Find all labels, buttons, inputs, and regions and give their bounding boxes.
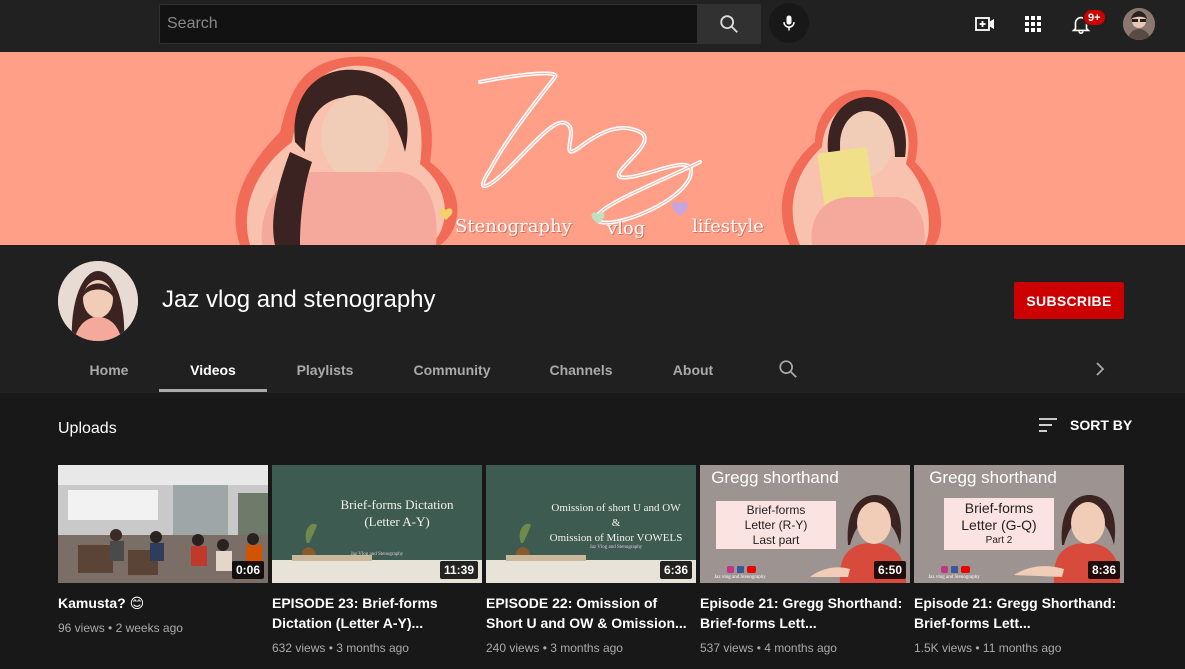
- video-views: 1.5K views: [914, 641, 973, 655]
- video-card[interactable]: Gregg shorthand Brief-forms Letter (G-Q)…: [914, 465, 1124, 655]
- video-title[interactable]: EPISODE 23: Brief-forms Dictation (Lette…: [272, 593, 482, 633]
- thumb-line: (Letter A-Y): [364, 514, 430, 529]
- video-card[interactable]: Omission of short U and OW & Omission of…: [486, 465, 696, 655]
- video-views: 632 views: [272, 641, 326, 655]
- thumb-caption: Jaz Vlog and Stenography: [350, 552, 404, 557]
- thumb-line: Last part: [752, 533, 800, 547]
- chevron-right-icon: [1096, 362, 1105, 376]
- instagram-icon: [941, 566, 948, 573]
- tab-home[interactable]: Home: [76, 349, 142, 391]
- notification-count-badge: 9+: [1083, 9, 1106, 26]
- subscribe-button[interactable]: SUBSCRIBE: [1014, 282, 1124, 319]
- video-thumbnail[interactable]: 0:06: [58, 465, 268, 583]
- facebook-icon: [737, 566, 744, 573]
- video-duration: 0:06: [231, 561, 264, 579]
- masthead: 9+: [0, 0, 1185, 52]
- sort-by-button[interactable]: SORT BY: [1038, 417, 1132, 433]
- channel-banner: Stenography vlog lifestyle: [0, 52, 1185, 245]
- sort-by-label: SORT BY: [1070, 417, 1133, 433]
- apps-button[interactable]: [1017, 8, 1049, 40]
- youtube-icon: [747, 566, 756, 573]
- banner-tag-lifestyle: lifestyle: [692, 216, 764, 237]
- video-thumbnail[interactable]: Gregg shorthand Brief-forms Letter (R-Y)…: [700, 465, 910, 583]
- thumb-card: Brief-forms Letter (R-Y) Last part: [716, 501, 836, 549]
- search-input[interactable]: [160, 5, 697, 43]
- channel-avatar[interactable]: [58, 261, 138, 341]
- channel-header: Jaz vlog and stenography SUBSCRIBE Home …: [0, 245, 1185, 393]
- channel-name: Jaz vlog and stenography: [162, 286, 436, 313]
- video-age: 3 months ago: [336, 641, 409, 655]
- video-card[interactable]: Brief-forms Dictation (Letter A-Y) Jaz V…: [272, 465, 482, 655]
- video-meta: 1.5K views • 11 months ago: [914, 641, 1062, 655]
- video-title[interactable]: Episode 21: Gregg Shorthand: Brief-forms…: [700, 593, 910, 633]
- youtube-icon: [961, 566, 970, 573]
- tab-playlists[interactable]: Playlists: [284, 349, 366, 391]
- thumb-line: Brief-forms: [746, 503, 806, 517]
- thumb-line: Letter (G-Q): [961, 517, 1037, 533]
- avatar[interactable]: [1123, 8, 1155, 40]
- facebook-icon: [951, 566, 958, 573]
- thumb-line: Letter (R-Y): [744, 518, 808, 532]
- banner-tag-vlog: vlog: [607, 218, 646, 239]
- tab-community[interactable]: Community: [402, 349, 502, 391]
- thumb-line: Omission of Minor VOWELS: [549, 532, 683, 544]
- video-duration: 6:36: [659, 561, 692, 579]
- video-thumbnail[interactable]: Brief-forms Dictation (Letter A-Y) Jaz V…: [272, 465, 482, 583]
- channel-search-button[interactable]: [777, 358, 799, 380]
- thumb-line: Omission of short U and OW: [551, 502, 681, 514]
- video-age: 4 months ago: [764, 641, 837, 655]
- thumb-line: Brief-forms Dictation: [340, 497, 454, 512]
- video-duration: 8:36: [1087, 561, 1120, 579]
- video-title[interactable]: Kamusta? 😊: [58, 593, 268, 613]
- mic-icon: [783, 15, 795, 31]
- thumb-caption: Jaz vlog and Stenography: [714, 575, 766, 580]
- video-card[interactable]: 0:06 Kamusta? 😊 96 views • 2 weeks ago: [58, 465, 268, 635]
- video-meta: 632 views • 3 months ago: [272, 641, 409, 655]
- tabs-scroll-right-button[interactable]: [1091, 358, 1109, 380]
- video-meta: 537 views • 4 months ago: [700, 641, 837, 655]
- video-duration: 11:39: [439, 561, 478, 579]
- voice-search-button[interactable]: [769, 3, 809, 43]
- video-age: 11 months ago: [982, 641, 1062, 655]
- video-meta: 96 views • 2 weeks ago: [58, 621, 183, 635]
- video-age: 2 weeks ago: [115, 621, 183, 635]
- video-age: 3 months ago: [550, 641, 623, 655]
- thumb-header: Gregg shorthand: [929, 468, 1057, 487]
- thumb-line: Part 2: [985, 535, 1013, 546]
- thumb-caption: Jaz Vlog and Stenography: [589, 545, 643, 550]
- search-button[interactable]: [697, 4, 761, 44]
- instagram-icon: [727, 566, 734, 573]
- create-video-icon: [975, 17, 994, 31]
- video-title[interactable]: EPISODE 22: Omission of Short U and OW &…: [486, 593, 696, 633]
- thumb-caption: Jaz vlog and Stenography: [928, 575, 980, 580]
- video-duration: 6:50: [873, 561, 906, 579]
- create-button[interactable]: [969, 8, 1001, 40]
- banner-tag-stenography: Stenography: [455, 216, 572, 237]
- apps-icon: [1025, 16, 1041, 32]
- sort-icon: [1039, 418, 1057, 432]
- tab-about[interactable]: About: [660, 349, 726, 391]
- video-views: 537 views: [700, 641, 754, 655]
- thumb-header: Gregg shorthand: [711, 468, 839, 487]
- search-box: [159, 4, 698, 44]
- search-icon: [779, 360, 797, 378]
- video-thumbnail[interactable]: Omission of short U and OW & Omission of…: [486, 465, 696, 583]
- video-meta: 240 views • 3 months ago: [486, 641, 623, 655]
- search-icon: [720, 15, 738, 33]
- tab-channels[interactable]: Channels: [536, 349, 626, 391]
- video-title[interactable]: Episode 21: Gregg Shorthand: Brief-forms…: [914, 593, 1124, 633]
- thumb-card: Brief-forms Letter (G-Q) Part 2: [944, 498, 1054, 550]
- video-views: 96 views: [58, 621, 105, 635]
- thumb-line: Brief-forms: [964, 500, 1034, 516]
- video-views: 240 views: [486, 641, 540, 655]
- video-card[interactable]: Gregg shorthand Brief-forms Letter (R-Y)…: [700, 465, 910, 655]
- tab-videos[interactable]: Videos: [159, 349, 267, 391]
- video-thumbnail[interactable]: Gregg shorthand Brief-forms Letter (G-Q)…: [914, 465, 1124, 583]
- active-tab-indicator: [159, 389, 267, 392]
- section-title[interactable]: Uploads: [58, 420, 117, 438]
- thumb-line: &: [611, 517, 621, 529]
